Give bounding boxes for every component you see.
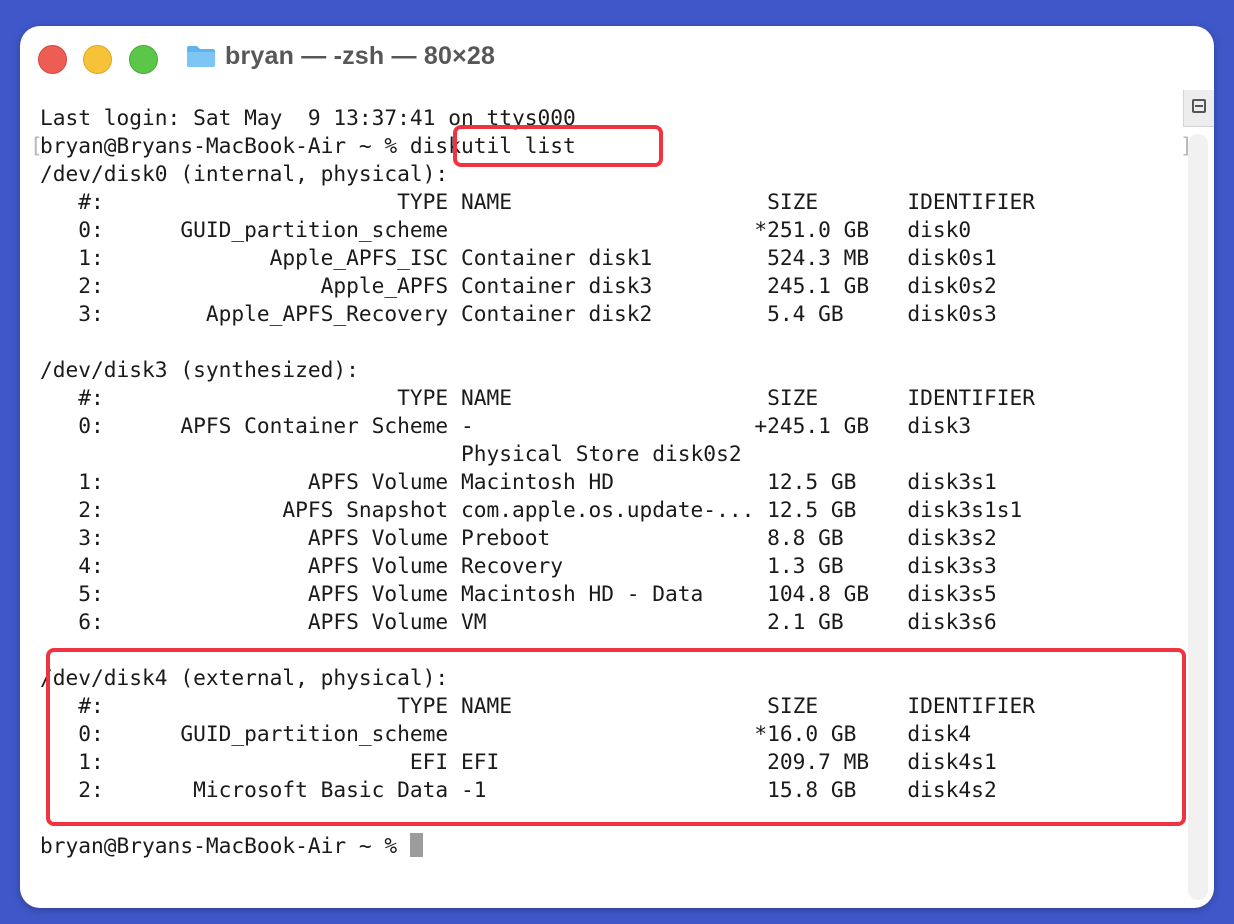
terminal-line: 2: Apple_APFS Container disk3 245.1 GB d…	[40, 273, 997, 298]
terminal-line: 3: Apple_APFS_Recovery Container disk2 5…	[40, 301, 997, 326]
command-highlight-box	[453, 125, 663, 167]
terminal-line: #: TYPE NAME SIZE IDENTIFIER	[40, 189, 1035, 214]
window-title: bryan — -zsh — 80×28	[225, 42, 496, 70]
terminal-line: 1: APFS Volume Macintosh HD 12.5 GB disk…	[40, 469, 997, 494]
terminal-line: 4: APFS Volume Recovery 1.3 GB disk3s3	[40, 553, 997, 578]
close-button[interactable]	[38, 45, 67, 74]
terminal-line: 2: APFS Snapshot com.apple.os.update-...…	[40, 497, 1023, 522]
disk4-highlight-box	[46, 648, 1186, 826]
zoom-button[interactable]	[129, 45, 158, 74]
terminal-line: /dev/disk0 (internal, physical):	[40, 161, 449, 186]
terminal-output[interactable]: Last login: Sat May 9 13:37:41 on ttys00…	[30, 104, 1193, 894]
minimize-button[interactable]	[83, 45, 112, 74]
terminal-line: 6: APFS Volume VM 2.1 GB disk3s6	[40, 609, 997, 634]
terminal-window: bryan — -zsh — 80×28 Last login: Sat May…	[20, 26, 1214, 908]
terminal-line: 5: APFS Volume Macintosh HD - Data 104.8…	[40, 581, 997, 606]
split-pane-button[interactable]	[1183, 90, 1214, 127]
prompt-line[interactable]: bryan@Bryans-MacBook-Air ~ %	[40, 832, 423, 860]
terminal-line: Physical Store disk0s2	[40, 441, 742, 466]
terminal-line: /dev/disk3 (synthesized):	[40, 357, 359, 382]
scrollbar[interactable]	[1188, 134, 1208, 900]
title-bar[interactable]: bryan — -zsh — 80×28	[20, 26, 1214, 90]
prompt-text: bryan@Bryans-MacBook-Air ~ %	[40, 833, 410, 858]
mark-bracket-right: ]	[1180, 133, 1193, 158]
folder-icon	[187, 46, 215, 67]
terminal-line: 0: APFS Container Scheme - +245.1 GB dis…	[40, 413, 972, 438]
terminal-line: 3: APFS Volume Preboot 8.8 GB disk3s2	[40, 525, 997, 550]
terminal-line: 1: Apple_APFS_ISC Container disk1 524.3 …	[40, 245, 997, 270]
terminal-line: #: TYPE NAME SIZE IDENTIFIER	[40, 385, 1035, 410]
terminal-line: 0: GUID_partition_scheme *251.0 GB disk0	[40, 217, 972, 242]
text-cursor	[409, 833, 423, 857]
mark-bracket-left: [	[30, 133, 43, 158]
split-view-icon	[1192, 99, 1206, 113]
